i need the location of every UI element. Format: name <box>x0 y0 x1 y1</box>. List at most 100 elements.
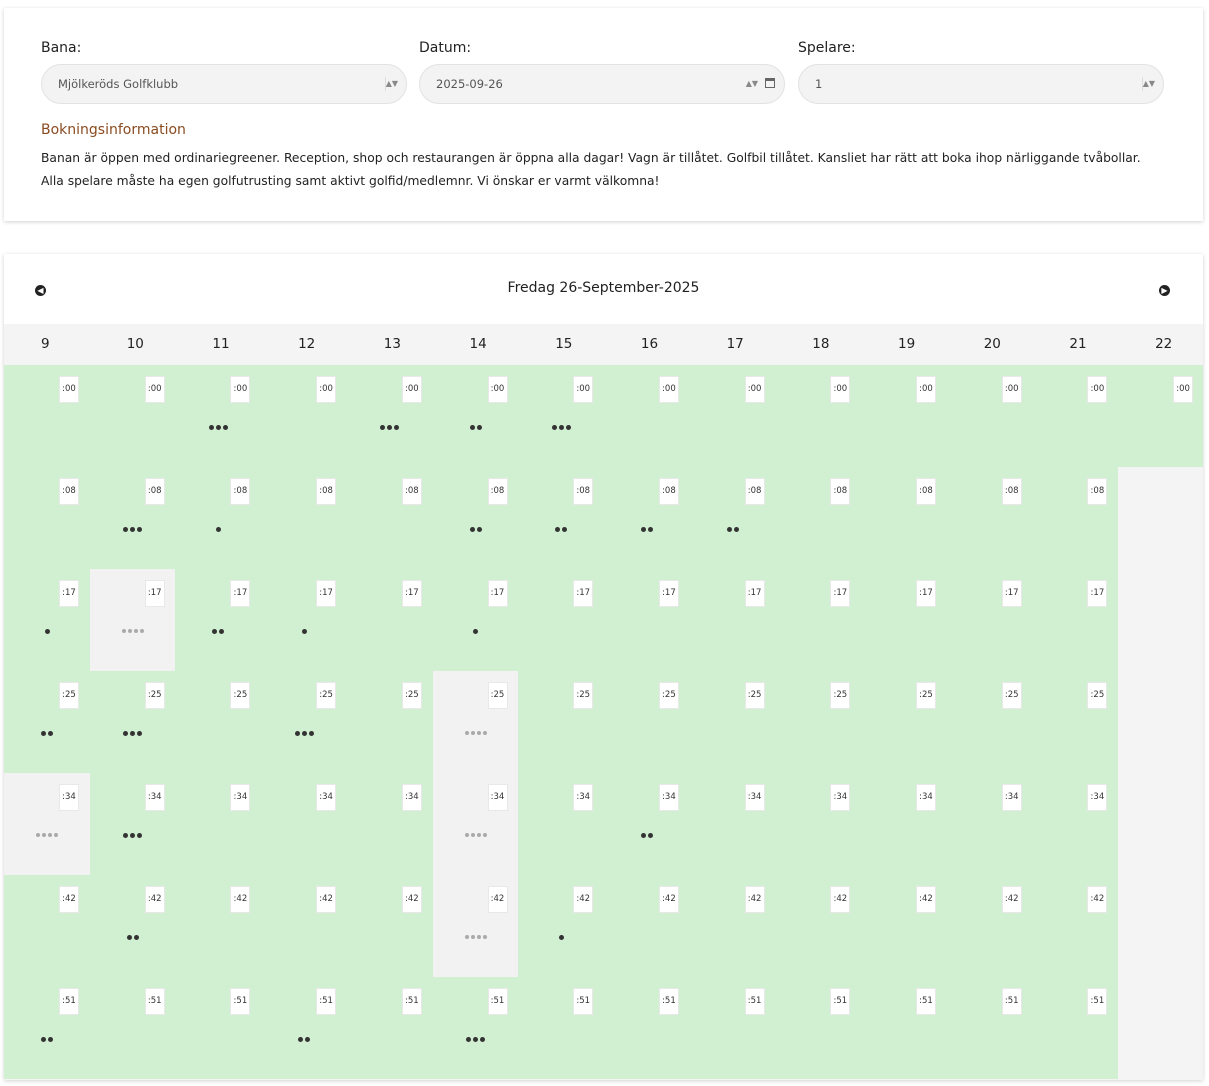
tee-time-slot[interactable]: :42 <box>603 875 690 977</box>
tee-time-slot[interactable]: :42 <box>261 875 348 977</box>
tee-time-slot[interactable]: :08 <box>346 467 433 569</box>
tee-time-slot[interactable]: :51 <box>89 977 176 1079</box>
tee-time-slot[interactable]: :17 <box>175 569 262 671</box>
tee-time-slot[interactable]: :00 <box>1118 365 1203 467</box>
tee-time-slot[interactable]: :17 <box>946 569 1033 671</box>
tee-time-slot[interactable]: :25 <box>4 671 90 773</box>
tee-time-slot[interactable]: :42 <box>689 875 776 977</box>
spelare-label: Spelare: <box>798 40 856 56</box>
tee-time-slot[interactable]: :34 <box>861 773 947 875</box>
tee-time-slot[interactable]: :25 <box>946 671 1033 773</box>
tee-time-slot[interactable]: :51 <box>603 977 690 1079</box>
tee-time-slot[interactable]: :17 <box>689 569 776 671</box>
tee-time-slot[interactable]: :17 <box>861 569 947 671</box>
tee-time-slot[interactable]: :25 <box>175 671 262 773</box>
slot-minute-label: :25 <box>1001 682 1022 709</box>
tee-time-slot[interactable]: :51 <box>346 977 433 1079</box>
datum-input[interactable]: 2025-09-26 ▲▼ <box>419 64 785 104</box>
tee-time-slot[interactable]: :42 <box>4 875 90 977</box>
tee-time-slot[interactable]: :51 <box>261 977 348 1079</box>
tee-time-slot[interactable]: :34 <box>946 773 1033 875</box>
tee-time-slot[interactable]: :00 <box>689 365 776 467</box>
tee-time-slot[interactable]: :51 <box>861 977 947 1079</box>
tee-time-slot[interactable]: :34 <box>603 773 690 875</box>
tee-time-slot[interactable]: :34 <box>261 773 348 875</box>
tee-time-slot[interactable]: :00 <box>1032 365 1119 467</box>
tee-time-slot[interactable]: :17 <box>775 569 862 671</box>
tee-time-slot[interactable]: :42 <box>1032 875 1119 977</box>
tee-time-slot[interactable]: :25 <box>89 671 176 773</box>
tee-time-slot[interactable]: :42 <box>861 875 947 977</box>
tee-time-slot[interactable]: :17 <box>518 569 605 671</box>
tee-time-slot[interactable]: :42 <box>175 875 262 977</box>
tee-time-slot[interactable]: :17 <box>346 569 433 671</box>
tee-time-slot[interactable]: :08 <box>261 467 348 569</box>
tee-time-slot[interactable]: :42 <box>775 875 862 977</box>
tee-time-slot[interactable]: :08 <box>861 467 947 569</box>
tee-time-slot[interactable]: :00 <box>432 365 519 467</box>
tee-time-slot[interactable]: :08 <box>689 467 776 569</box>
tee-time-slot[interactable]: :08 <box>1032 467 1119 569</box>
tee-time-slot[interactable]: :25 <box>1032 671 1119 773</box>
tee-time-slot[interactable]: :00 <box>261 365 348 467</box>
tee-time-slot[interactable]: :08 <box>175 467 262 569</box>
tee-time-slot[interactable]: :08 <box>946 467 1033 569</box>
tee-time-slot[interactable]: :00 <box>861 365 947 467</box>
tee-time-slot[interactable]: :08 <box>89 467 176 569</box>
tee-time-slot[interactable]: :00 <box>175 365 262 467</box>
tee-time-slot[interactable]: :34 <box>518 773 605 875</box>
tee-time-slot[interactable]: :17 <box>4 569 90 671</box>
slot-minute-label: :00 <box>1173 376 1194 403</box>
tee-time-slot[interactable]: :51 <box>775 977 862 1079</box>
tee-time-slot[interactable]: :00 <box>946 365 1033 467</box>
tee-time-slot[interactable]: :51 <box>946 977 1033 1079</box>
tee-time-slot[interactable]: :00 <box>4 365 90 467</box>
slot-minute-label: :34 <box>144 784 165 811</box>
tee-time-slot[interactable]: :34 <box>1032 773 1119 875</box>
tee-time-slot[interactable]: :42 <box>518 875 605 977</box>
tee-time-slot[interactable]: :25 <box>346 671 433 773</box>
tee-time-slot[interactable]: :17 <box>603 569 690 671</box>
tee-time-slot[interactable]: :42 <box>346 875 433 977</box>
bana-select[interactable]: Mjölkeröds Golfklubb ▲▼ <box>41 64 407 104</box>
tee-time-slot[interactable]: :51 <box>175 977 262 1079</box>
tee-time-slot[interactable]: :51 <box>432 977 519 1079</box>
player-dot-icon <box>470 731 475 735</box>
tee-time-slot[interactable]: :25 <box>518 671 605 773</box>
spelare-select[interactable]: 1 ▲▼ <box>798 64 1164 104</box>
tee-time-slot[interactable]: :00 <box>89 365 176 467</box>
tee-time-slot[interactable]: :00 <box>775 365 862 467</box>
tee-time-slot[interactable]: :34 <box>89 773 176 875</box>
tee-time-slot-full: :25 <box>432 671 519 773</box>
tee-time-slot[interactable]: :34 <box>689 773 776 875</box>
tee-time-slot[interactable]: :42 <box>89 875 176 977</box>
tee-time-slot[interactable]: :25 <box>861 671 947 773</box>
tee-time-slot[interactable]: :34 <box>175 773 262 875</box>
tee-time-slot[interactable]: :17 <box>432 569 519 671</box>
tee-time-slot[interactable]: :08 <box>518 467 605 569</box>
tee-time-slot[interactable]: :51 <box>4 977 90 1079</box>
tee-time-slot[interactable]: :08 <box>603 467 690 569</box>
tee-time-slot[interactable]: :42 <box>946 875 1033 977</box>
next-day-icon[interactable]: ▶ <box>1159 285 1170 296</box>
tee-time-slot[interactable]: :25 <box>689 671 776 773</box>
tee-time-slot[interactable]: :51 <box>1032 977 1119 1079</box>
tee-time-slot[interactable]: :00 <box>603 365 690 467</box>
tee-time-slot[interactable]: :51 <box>518 977 605 1079</box>
tee-time-slot[interactable]: :00 <box>518 365 605 467</box>
tee-time-slot[interactable]: :34 <box>775 773 862 875</box>
slot-minute-label: :25 <box>658 682 679 709</box>
tee-time-slot[interactable]: :08 <box>4 467 90 569</box>
tee-time-slot[interactable]: :25 <box>261 671 348 773</box>
tee-time-slot[interactable]: :34 <box>346 773 433 875</box>
tee-time-slot[interactable]: :17 <box>261 569 348 671</box>
tee-time-slot[interactable]: :51 <box>689 977 776 1079</box>
tee-time-slot[interactable]: :00 <box>346 365 433 467</box>
tee-time-slot[interactable]: :17 <box>1032 569 1119 671</box>
tee-time-slot[interactable]: :25 <box>775 671 862 773</box>
tee-time-slot[interactable]: :08 <box>432 467 519 569</box>
tee-time-slot[interactable]: :08 <box>775 467 862 569</box>
calendar-icon[interactable] <box>765 78 775 88</box>
stepper-arrows-icon[interactable]: ▲▼ <box>746 65 758 103</box>
tee-time-slot[interactable]: :25 <box>603 671 690 773</box>
